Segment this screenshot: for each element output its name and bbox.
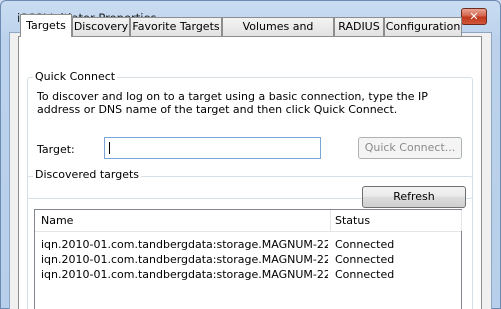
quick-connect-button[interactable]: Quick Connect... — [358, 137, 462, 159]
discovered-targets-group-title: Discovered targets — [33, 168, 142, 181]
column-header-status[interactable]: Status — [335, 210, 370, 231]
column-header-name[interactable]: Name — [41, 210, 73, 231]
column-separator — [461, 210, 462, 231]
row-status: Connected — [335, 253, 395, 266]
tab-volumes-and-devices[interactable]: Volumes and Devices — [222, 17, 334, 50]
tab-label: Configuration — [385, 20, 461, 33]
target-input[interactable] — [104, 137, 321, 159]
discovered-targets-list[interactable]: Name Status iqn.2010-01.com.tandbergdata… — [34, 209, 462, 309]
row-status: Connected — [335, 238, 395, 251]
tab-label: Targets — [26, 19, 66, 32]
tab-configuration[interactable]: Configuration — [384, 17, 462, 36]
column-separator[interactable] — [330, 210, 331, 231]
list-header: Name Status — [35, 210, 462, 232]
tab-label: Discovery — [73, 20, 129, 33]
row-name: iqn.2010-01.com.tandbergdata:storage.MAG… — [41, 268, 328, 281]
close-icon: ✕ — [469, 10, 479, 23]
row-name: iqn.2010-01.com.tandbergdata:storage.MAG… — [41, 238, 328, 251]
tab-radius[interactable]: RADIUS — [334, 17, 384, 36]
quick-connect-group-title: Quick Connect — [33, 70, 118, 83]
row-status: Connected — [335, 268, 395, 281]
refresh-button[interactable]: Refresh — [362, 186, 466, 208]
text-caret — [109, 142, 110, 154]
table-row[interactable]: iqn.2010-01.com.tandbergdata:storage.MAG… — [35, 252, 461, 267]
close-button[interactable]: ✕ — [461, 8, 487, 25]
table-row[interactable]: iqn.2010-01.com.tandbergdata:storage.MAG… — [35, 267, 461, 282]
tab-favorite-targets[interactable]: Favorite Targets — [130, 17, 222, 36]
tab-discovery[interactable]: Discovery — [72, 17, 130, 36]
tab-label: Favorite Targets — [132, 20, 220, 33]
target-label: Target: — [37, 143, 75, 156]
quick-connect-description: To discover and log on to a target using… — [37, 90, 428, 116]
row-name: iqn.2010-01.com.tandbergdata:storage.MAG… — [41, 253, 328, 266]
table-row[interactable]: iqn.2010-01.com.tandbergdata:storage.MAG… — [35, 237, 461, 252]
tab-label: RADIUS — [338, 20, 380, 33]
tab-targets[interactable]: Targets — [20, 14, 72, 37]
